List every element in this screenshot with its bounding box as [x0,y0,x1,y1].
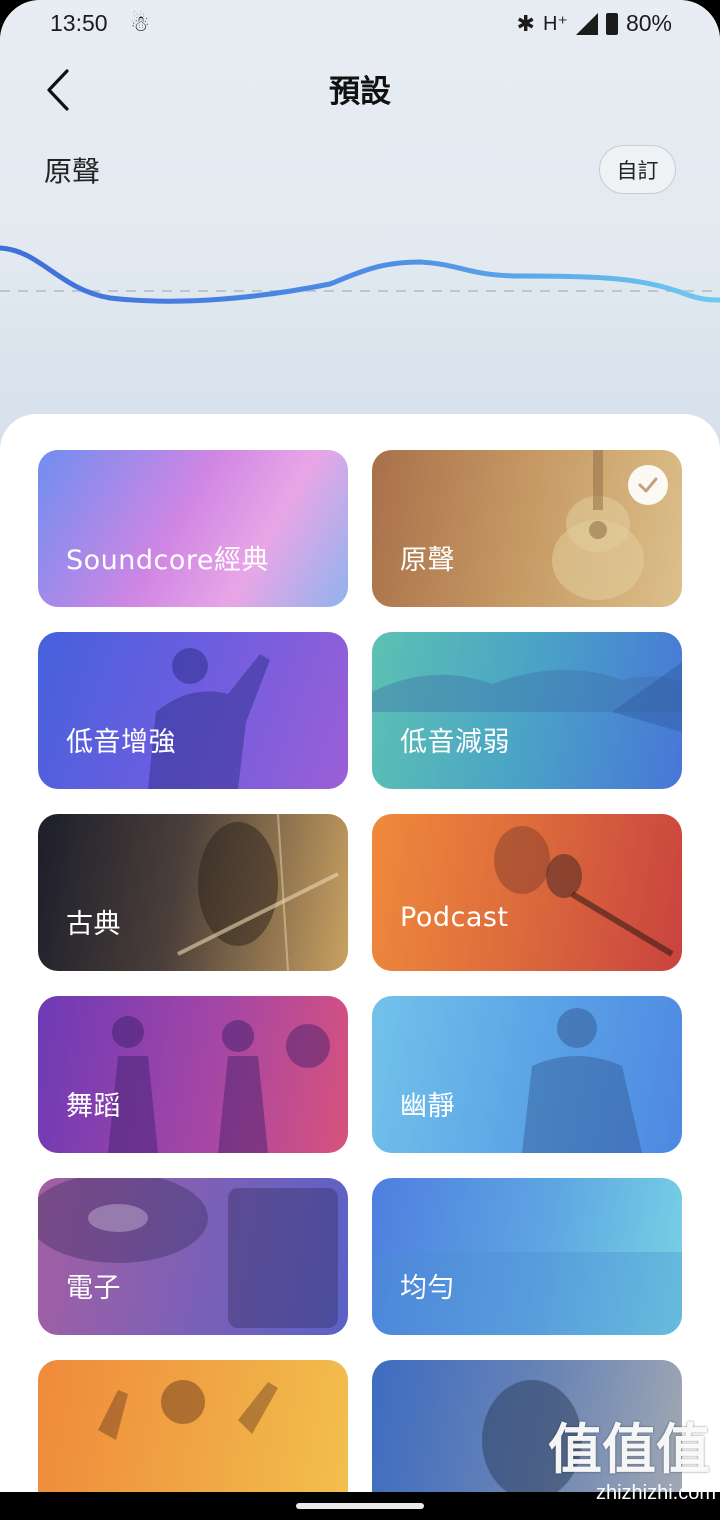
preset-card[interactable]: 電子 [38,1178,348,1335]
preset-sheet: Soundcore經典 原聲 低音增強 低音減弱 古典 Podcast 舞蹈 幽… [0,414,720,1492]
preset-card[interactable]: Soundcore經典 [38,450,348,607]
preset-card[interactable] [38,1360,348,1492]
lake-image [372,662,682,732]
bluetooth-icon: ✱ [516,10,535,36]
page-title: 預設 [329,74,391,110]
singer-image [494,826,674,957]
preset-card[interactable]: 均勻 [372,1178,682,1335]
preset-label: 原聲 [400,545,455,576]
checkmark-icon [628,465,668,505]
status-bar: 13:50 ☃ ✱ H⁺ 80% [0,0,720,52]
preset-label: 舞蹈 [66,1091,121,1122]
eq-curve [0,245,720,304]
preset-card[interactable]: 幽靜 [372,996,682,1153]
cheering-crowd-image [98,1380,278,1440]
preset-card[interactable]: 古典 [38,814,348,971]
custom-button[interactable]: 自訂 [599,145,676,194]
app-screen: 13:50 ☃ ✱ H⁺ 80% 預設 原聲 自訂 Soundcore經典 原聲… [0,0,720,1492]
preset-card[interactable]: 舞蹈 [38,996,348,1153]
home-indicator[interactable] [296,1503,424,1509]
preset-label: 幽靜 [400,1091,455,1122]
preset-label: 低音增強 [66,727,176,758]
battery-icon [605,12,618,35]
dj-silhouette-image [148,648,270,789]
current-preset-name: 原聲 [44,155,101,188]
watermark-logo: 值值值 [548,1418,710,1481]
watermark-url: zhizhizhi.com [595,1482,716,1504]
preset-card[interactable]: 低音增強 [38,632,348,789]
preset-label: 均勻 [400,1273,455,1304]
preset-label: 電子 [66,1273,121,1304]
turntable-image [38,1178,338,1328]
network-type: H⁺ [542,13,568,35]
status-icons: ✱ H⁺ 80% [517,10,672,37]
preset-card[interactable]: 原聲 [372,450,682,607]
signal-icon [575,12,598,35]
preset-label: 古典 [66,909,121,940]
dancers-image [108,1016,330,1153]
sea-horizon-image [372,1252,682,1335]
preset-card[interactable]: Podcast [372,814,682,971]
relaxing-man-image [522,1008,642,1153]
battery-percent: 80% [625,10,672,36]
cello-image [177,814,339,971]
preset-label: 低音減弱 [400,727,510,758]
preset-label: Podcast [400,902,509,933]
preset-card[interactable]: 低音減弱 [372,632,682,789]
eq-curve-line [0,245,720,304]
notification-icon: ☃ [130,12,150,37]
status-time: 13:50 [50,10,108,36]
preset-label: Soundcore經典 [66,545,270,576]
